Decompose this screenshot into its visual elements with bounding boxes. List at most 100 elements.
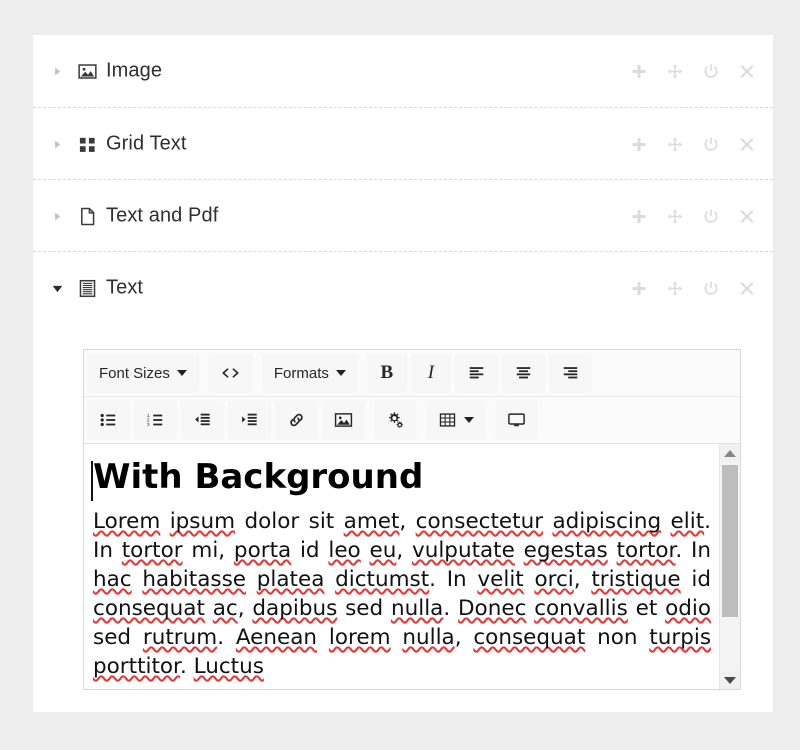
add-icon[interactable] (630, 136, 647, 153)
misspelled-word: consequat (473, 625, 586, 651)
editor-content-area[interactable]: With Background Lorem ipsum dolor sit ame… (84, 443, 740, 689)
italic-button[interactable]: I (410, 354, 451, 392)
formats-dropdown[interactable]: Formats (261, 354, 358, 392)
chevron-down-icon[interactable] (50, 281, 64, 295)
misspelled-word: Luctus (193, 654, 264, 680)
grid-icon (77, 134, 97, 154)
chevron-right-icon[interactable] (50, 209, 64, 223)
module-row: Text Font Sizes Formats B I With Background Lo… (33, 251, 773, 710)
close-icon[interactable] (738, 136, 755, 153)
misspelled-word: dictumst (335, 567, 430, 593)
bold-label: B (380, 362, 394, 383)
misspelled-word: Aenean (235, 625, 318, 651)
indent-button[interactable] (228, 401, 271, 439)
module-row-actions (630, 136, 755, 153)
misspelled-word: egestas (523, 538, 608, 564)
toolbar-separator (255, 351, 260, 395)
misspelled-word: elit (670, 509, 705, 535)
power-toggle-icon[interactable] (702, 280, 719, 297)
preview-button[interactable] (495, 401, 538, 439)
misspelled-word: odio (665, 596, 712, 622)
module-row-header[interactable]: Text (33, 252, 773, 324)
move-icon[interactable] (666, 280, 683, 297)
toolbar-separator (488, 398, 493, 442)
misspelled-word: habitasse (142, 567, 247, 593)
misspelled-word: dapibus (252, 596, 338, 622)
editor-scrollbar[interactable] (719, 444, 740, 689)
source-code-button[interactable] (207, 354, 253, 392)
misspelled-word: adipiscing (552, 509, 662, 535)
misspelled-word: leo (328, 538, 361, 564)
text-lines-icon (77, 278, 97, 298)
misspelled-word: amet (343, 509, 400, 535)
editor-toolbar-row-2 (84, 396, 740, 443)
close-icon[interactable] (738, 208, 755, 225)
module-row: Text and Pdf (33, 179, 773, 251)
image-icon (77, 61, 97, 81)
misspelled-word: nulla (390, 596, 444, 622)
chevron-right-icon[interactable] (50, 137, 64, 151)
move-icon[interactable] (666, 63, 683, 80)
outdent-icon (193, 411, 212, 429)
font-sizes-dropdown[interactable]: Font Sizes (87, 354, 199, 392)
module-row: Grid Text (33, 107, 773, 179)
module-row-label: Image (106, 59, 163, 82)
image-icon (334, 411, 353, 429)
toolbar-button-label: Font Sizes (99, 364, 170, 382)
document-paragraph: Lorem ipsum dolor sit amet, consectetur … (93, 509, 712, 680)
module-row-header[interactable]: Grid Text (33, 108, 773, 180)
numbered-list-button[interactable] (134, 401, 177, 439)
misspelled-word: hac (93, 567, 132, 593)
power-toggle-icon[interactable] (702, 136, 719, 153)
add-icon[interactable] (630, 63, 647, 80)
power-toggle-icon[interactable] (702, 208, 719, 225)
document-heading: With Background (91, 458, 694, 502)
align-center-button[interactable] (501, 354, 545, 392)
indent-icon (240, 411, 259, 429)
toolbar-button-label: Formats (273, 364, 329, 382)
align-left-button[interactable] (454, 354, 498, 392)
module-row-label: Text (106, 276, 144, 299)
bold-button[interactable]: B (366, 354, 407, 392)
power-toggle-icon[interactable] (702, 63, 719, 80)
misspelled-word: Lorem (93, 509, 161, 535)
misspelled-word: velit (477, 567, 524, 593)
module-rows: Image Grid Text Text and Pdf Text Font Sizes… (33, 35, 773, 710)
bullet-list-button[interactable] (87, 401, 130, 439)
add-icon[interactable] (630, 208, 647, 225)
misspelled-word: eu (369, 538, 397, 564)
editor-toolbar-row-1: Font Sizes Formats B I (84, 350, 740, 396)
misspelled-word: tortor (616, 538, 676, 564)
align-right-icon (561, 364, 580, 382)
scrollbar-thumb[interactable] (722, 465, 738, 617)
misspelled-word: consectetur (415, 509, 544, 535)
scroll-up-arrow[interactable] (720, 444, 740, 462)
scroll-down-arrow[interactable] (720, 671, 740, 689)
outdent-button[interactable] (181, 401, 224, 439)
misspelled-word: porttitor (93, 654, 180, 680)
close-icon[interactable] (738, 280, 755, 297)
align-right-button[interactable] (548, 354, 592, 392)
insert-image-button[interactable] (322, 401, 365, 439)
module-row-label: Text and Pdf (106, 204, 219, 227)
module-row-actions (630, 63, 755, 80)
close-icon[interactable] (738, 63, 755, 80)
module-row-header[interactable]: Text and Pdf (33, 180, 773, 252)
move-icon[interactable] (666, 136, 683, 153)
move-icon[interactable] (666, 208, 683, 225)
misspelled-word: tristique (591, 567, 681, 593)
misspelled-word: ipsum (169, 509, 236, 535)
settings-button[interactable] (374, 401, 417, 439)
chevron-right-icon[interactable] (50, 64, 64, 78)
module-row: Image (33, 35, 773, 107)
table-dropdown[interactable] (426, 401, 486, 439)
tinymce-editor: Font Sizes Formats B I With Background Lorem … (83, 349, 741, 690)
insert-link-button[interactable] (275, 401, 318, 439)
module-row-header[interactable]: Image (33, 35, 773, 107)
add-icon[interactable] (630, 280, 647, 297)
align-left-icon (467, 364, 486, 382)
misspelled-word: tortor (121, 538, 183, 564)
chevron-down-icon (464, 417, 474, 423)
misspelled-word: rutrum (142, 625, 218, 651)
misspelled-word: platea (256, 567, 325, 593)
